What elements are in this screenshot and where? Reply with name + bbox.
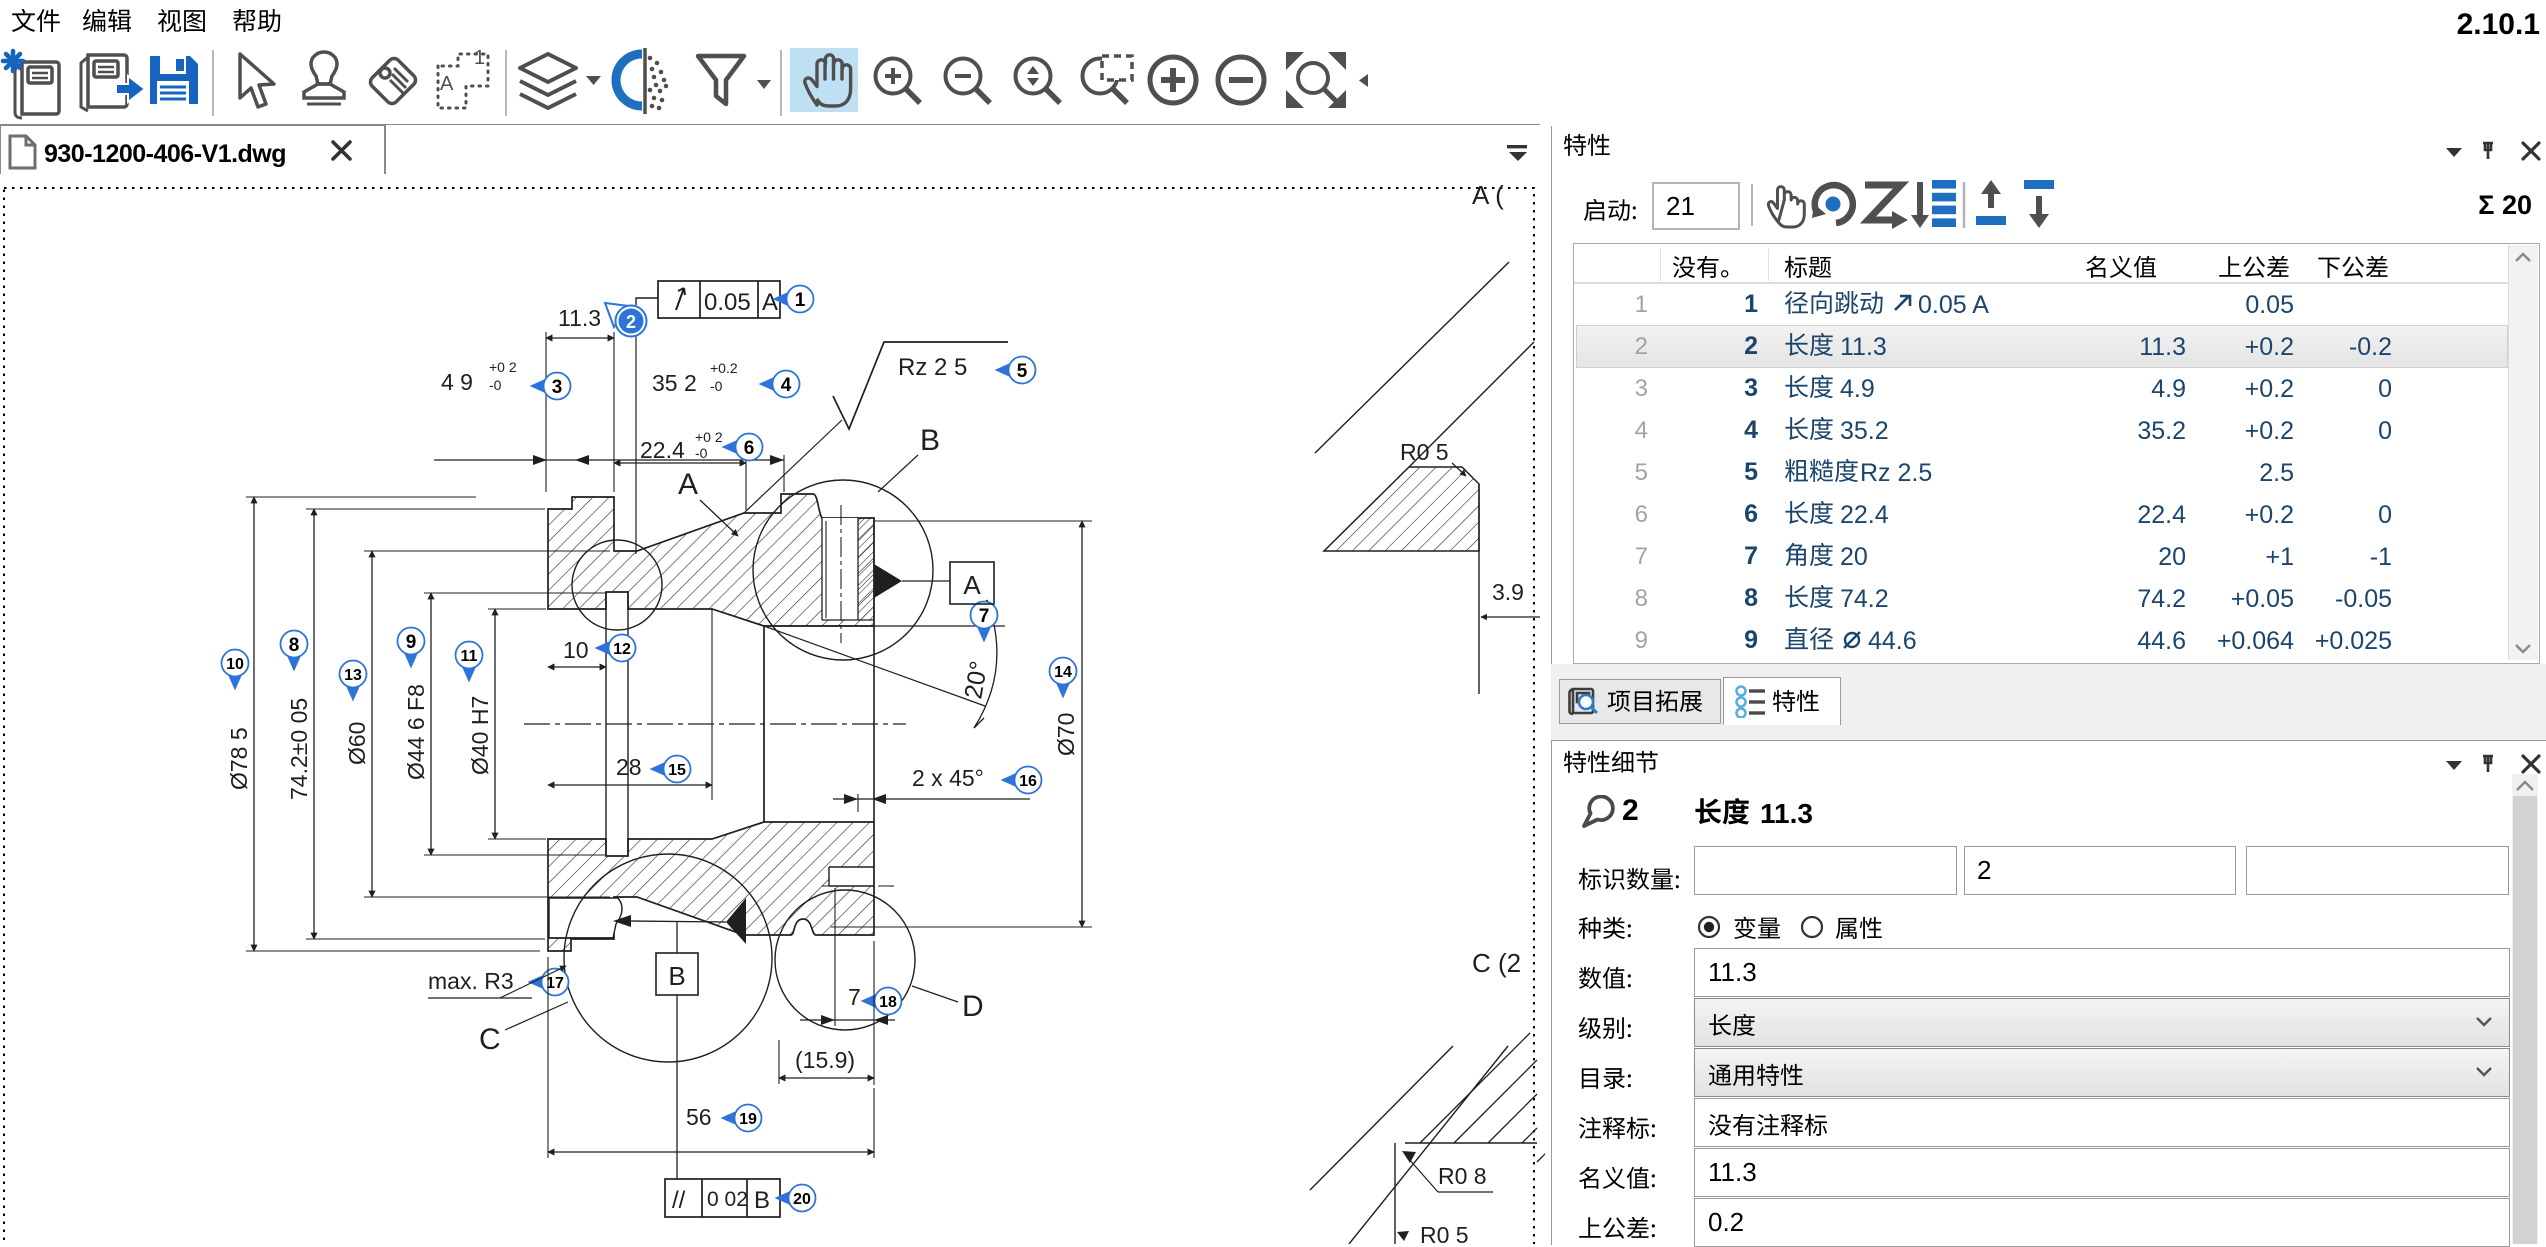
svg-text:A: A: [762, 289, 778, 316]
svg-text:0.05: 0.05: [704, 289, 751, 316]
svg-text:Ø78 5: Ø78 5: [226, 727, 252, 790]
svg-text:12: 12: [613, 641, 631, 658]
svg-text:7: 7: [979, 606, 990, 627]
svg-text:18: 18: [879, 994, 897, 1011]
svg-text:4 9: 4 9: [441, 369, 473, 395]
svg-text:R0 8: R0 8: [1438, 1163, 1487, 1189]
svg-text:A (: A (: [1472, 180, 1504, 210]
svg-text:16: 16: [1019, 773, 1037, 790]
svg-text:8: 8: [289, 635, 300, 656]
svg-text:Ø44 6 F8: Ø44 6 F8: [403, 684, 429, 780]
svg-text:5: 5: [1017, 361, 1028, 382]
svg-text:B: B: [668, 961, 685, 991]
svg-text:20°: 20°: [959, 659, 993, 701]
svg-text:D: D: [962, 990, 984, 1023]
svg-text:10: 10: [563, 637, 589, 663]
svg-text:Ø40 H7: Ø40 H7: [467, 696, 493, 775]
svg-text:10: 10: [226, 656, 244, 673]
svg-text:A: A: [440, 73, 454, 95]
svg-text:B: B: [920, 424, 940, 457]
svg-text:A: A: [678, 468, 698, 501]
svg-text:15: 15: [668, 762, 686, 779]
svg-text:0 02: 0 02: [707, 1188, 748, 1211]
svg-text:9: 9: [406, 632, 417, 653]
svg-text:7: 7: [848, 984, 861, 1010]
svg-text:20: 20: [793, 1191, 811, 1208]
svg-text:35 2: 35 2: [652, 370, 697, 396]
svg-text:1: 1: [474, 47, 485, 69]
svg-text:3.9: 3.9: [1492, 579, 1524, 605]
svg-text:A: A: [963, 570, 981, 600]
svg-text:13: 13: [344, 667, 362, 684]
svg-text:+0 2: +0 2: [489, 359, 517, 375]
svg-text:+0 2: +0 2: [695, 429, 723, 445]
svg-text:2: 2: [626, 312, 636, 332]
svg-text:4: 4: [781, 375, 792, 396]
svg-text:17: 17: [546, 975, 564, 992]
svg-text:22.4: 22.4: [640, 437, 685, 463]
svg-text:Ø70: Ø70: [1053, 713, 1079, 756]
svg-text:Ø60: Ø60: [344, 722, 370, 765]
svg-text://: //: [672, 1187, 686, 1214]
svg-text:R0 5: R0 5: [1400, 439, 1449, 465]
svg-text:11.3: 11.3: [558, 305, 601, 331]
svg-text:2 x 45°: 2 x 45°: [912, 765, 984, 791]
svg-text:19: 19: [739, 1111, 757, 1128]
svg-text:-0: -0: [489, 377, 502, 393]
svg-text:74.2±0 05: 74.2±0 05: [286, 698, 312, 800]
svg-text:6: 6: [744, 438, 755, 459]
svg-text:+0.2: +0.2: [710, 360, 738, 376]
svg-text:C (2: C (2: [1472, 948, 1521, 978]
svg-text:3: 3: [552, 377, 563, 398]
svg-text:B: B: [754, 1187, 770, 1214]
svg-text:-0: -0: [710, 378, 723, 394]
svg-text:max. R3: max. R3: [428, 968, 514, 994]
svg-text:14: 14: [1054, 664, 1072, 681]
svg-text:Rz 2 5: Rz 2 5: [898, 354, 967, 381]
svg-text:56: 56: [686, 1104, 712, 1130]
svg-text:11: 11: [461, 648, 478, 665]
svg-text:C: C: [479, 1023, 501, 1056]
svg-text:-0: -0: [695, 445, 708, 461]
svg-text:R0 5: R0 5: [1420, 1222, 1469, 1244]
svg-text:28: 28: [616, 754, 642, 780]
svg-text:(15.9): (15.9): [795, 1047, 855, 1073]
svg-text:1: 1: [795, 290, 806, 311]
